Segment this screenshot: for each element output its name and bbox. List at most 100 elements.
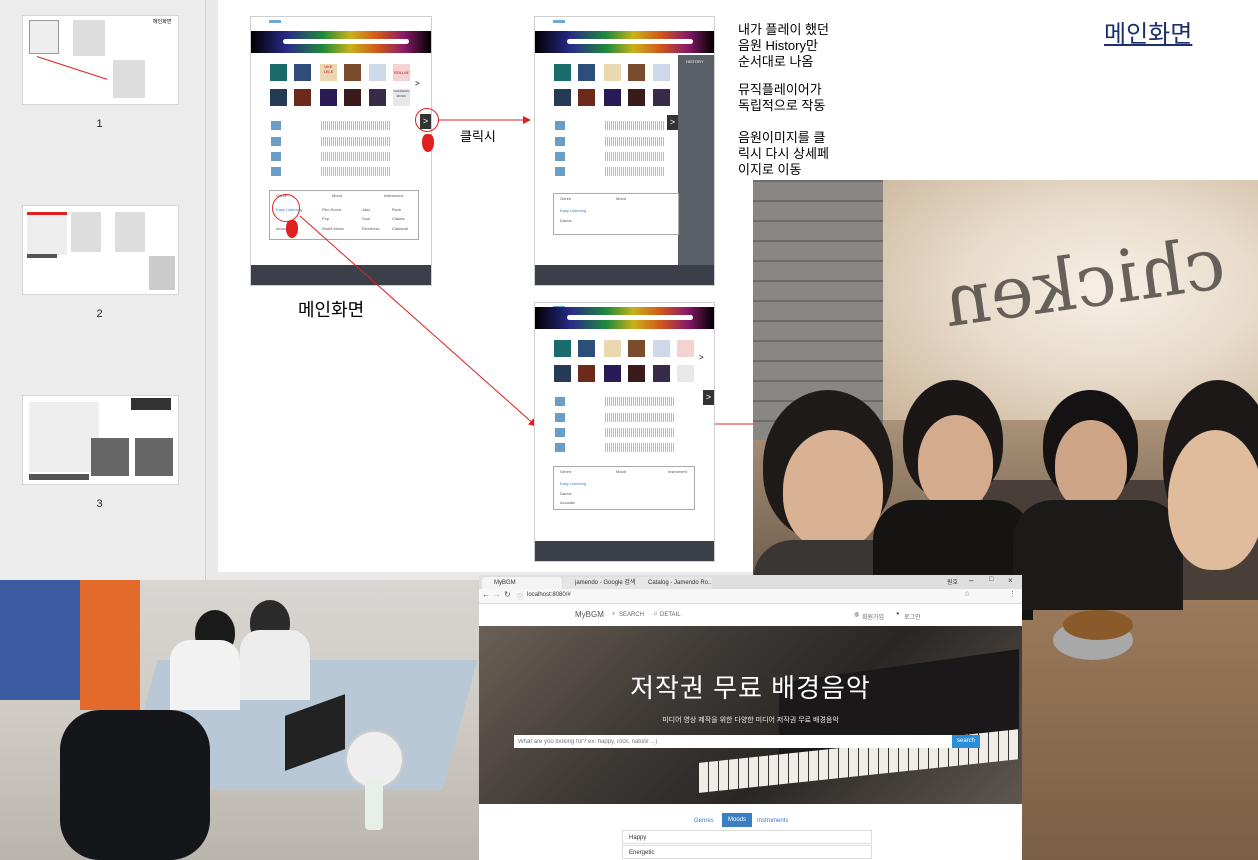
menu-icon[interactable]: ⋮	[1009, 590, 1016, 598]
mock-footer	[535, 541, 714, 561]
team-working-photo	[0, 580, 479, 860]
album-tile	[578, 365, 595, 382]
track-icon	[555, 152, 565, 161]
track-icon	[555, 413, 565, 422]
address-bar: ← → ↻ ⓘ localhost:8080/# ☆ ⋮	[479, 589, 1022, 604]
hero-subtitle: 미디어 영상 제작을 위한 다양한 미디어 저작권 무료 배경음악	[662, 717, 839, 724]
forward-icon[interactable]: →	[493, 590, 501, 599]
tab-genre[interactable]: Genre	[560, 196, 571, 201]
track-waveform	[605, 167, 665, 176]
bookmark-star-icon[interactable]: ☆	[964, 590, 970, 598]
track-icon	[555, 121, 565, 130]
arrow-to-detail	[299, 215, 537, 427]
album-tile	[604, 89, 621, 106]
hero-banner: 저작권 무료 배경음악 미디어 영상 제작을 위한 다양한 미디어 저작권 무료…	[479, 626, 1022, 804]
fried-chicken	[1063, 610, 1133, 640]
browser-tab-google[interactable]: jamendo - Google 검색	[563, 577, 635, 589]
album-tile	[628, 340, 645, 357]
close-icon[interactable]: ×	[1008, 576, 1013, 585]
album-tile	[554, 64, 571, 81]
player-toggle-button[interactable]: >	[703, 390, 714, 405]
minimize-icon[interactable]: –	[969, 576, 973, 585]
track-waveform	[605, 121, 665, 130]
mood-item-happy[interactable]: Happy	[622, 830, 872, 844]
black-jacket-chair	[60, 710, 210, 860]
tab-genres[interactable]: Genres	[694, 818, 714, 824]
album-tile	[653, 365, 670, 382]
search-input[interactable]	[514, 735, 952, 748]
nav-search-link[interactable]: SEARCH	[619, 612, 644, 618]
note-player: 뮤직플레이어가 독립적으로 작동	[738, 82, 826, 113]
info-icon[interactable]: ⓘ	[517, 592, 523, 601]
site-navbar: MyBGM ⌕ SEARCH ♫ DETAIL ◍ 회원가입 ● 로그인	[479, 604, 1022, 627]
window-user-label: 원호	[947, 580, 959, 586]
maximize-icon[interactable]: □	[989, 576, 993, 583]
mock-footer	[535, 265, 714, 285]
genre-tab-box: Genre Mood Instrument Easy Listening Dan…	[553, 466, 695, 510]
person-body	[1013, 500, 1183, 610]
browser-window: MyBGM jamendo - Google 검색 Catalog - Jame…	[479, 575, 1022, 860]
tab-instruments[interactable]: Instruments	[757, 818, 788, 824]
album-tile	[554, 89, 571, 106]
track-icon	[555, 137, 565, 146]
track-icon	[555, 397, 565, 406]
album-tile	[628, 365, 645, 382]
track-waveform	[605, 152, 665, 161]
track-waveform	[605, 428, 675, 437]
track-waveform	[605, 137, 665, 146]
track-waveform	[605, 397, 675, 406]
person-body	[170, 640, 240, 710]
table	[1013, 600, 1258, 860]
album-tile	[554, 365, 571, 382]
nav-detail-link[interactable]: DETAIL	[660, 612, 681, 618]
genre-item[interactable]: Easy Listening	[560, 208, 586, 213]
track-icon	[555, 428, 565, 437]
mock-banner	[535, 307, 714, 329]
mood-item-energetic[interactable]: Energetic	[622, 845, 872, 859]
filter-section: Genres Moods Instruments Happy Energetic	[479, 804, 1022, 860]
browser-tab-mybgm[interactable]: MyBGM	[482, 577, 562, 589]
track-waveform	[605, 413, 675, 422]
tab-genre[interactable]: Genre	[560, 469, 571, 474]
nav-login-link[interactable]: 로그인	[904, 612, 921, 621]
album-tile	[677, 340, 694, 357]
search-button[interactable]: search	[952, 735, 980, 748]
mock-banner	[535, 31, 714, 53]
browser-tab-jamendo[interactable]: Catalog - Jamendo Ro...	[636, 577, 712, 589]
track-waveform	[605, 443, 675, 452]
url-field[interactable]: localhost:8080/#	[527, 592, 571, 598]
genre-item[interactable]: Dance	[560, 491, 572, 496]
reload-icon[interactable]: ↻	[504, 590, 511, 599]
globe-icon: ◍	[854, 612, 860, 618]
back-icon[interactable]: ←	[482, 590, 490, 599]
history-sidebar[interactable]: HISTORY	[678, 55, 714, 285]
album-tile	[653, 340, 670, 357]
player-mockup: > Genre Mood Instrument Easy Listening D…	[534, 302, 715, 562]
history-label: HISTORY	[686, 59, 704, 64]
tab-mood[interactable]: Mood	[616, 469, 626, 474]
user-icon: ●	[896, 611, 900, 617]
album-tile	[628, 89, 645, 106]
person-face	[918, 415, 993, 510]
genre-item[interactable]: Easy Listening	[560, 481, 586, 486]
album-tile	[677, 365, 694, 382]
album-tile	[628, 64, 645, 81]
orange-panel	[80, 580, 140, 710]
album-tile	[554, 340, 571, 357]
person-face	[783, 430, 883, 550]
genre-item[interactable]: Dance	[560, 218, 572, 223]
mock-next-arrow[interactable]: >	[699, 353, 704, 362]
note-history: 내가 플레이 했던 음원 History만 순서대로 나옴	[738, 22, 829, 69]
album-tile	[578, 340, 595, 357]
genre-item[interactable]: Acoustic	[560, 500, 575, 505]
slide-title-link[interactable]: 메인화면	[1104, 14, 1192, 49]
brand-logo[interactable]: MyBGM	[575, 610, 604, 619]
nav-signup-link[interactable]: 회원가입	[862, 612, 884, 621]
history-toggle-button[interactable]: >	[667, 115, 678, 130]
album-tile	[578, 89, 595, 106]
tab-instrument[interactable]: Instrument	[668, 469, 687, 474]
album-tile	[653, 64, 670, 81]
tab-moods[interactable]: Moods	[722, 813, 752, 827]
tab-mood[interactable]: Mood	[616, 196, 626, 201]
person-face	[1055, 420, 1127, 510]
